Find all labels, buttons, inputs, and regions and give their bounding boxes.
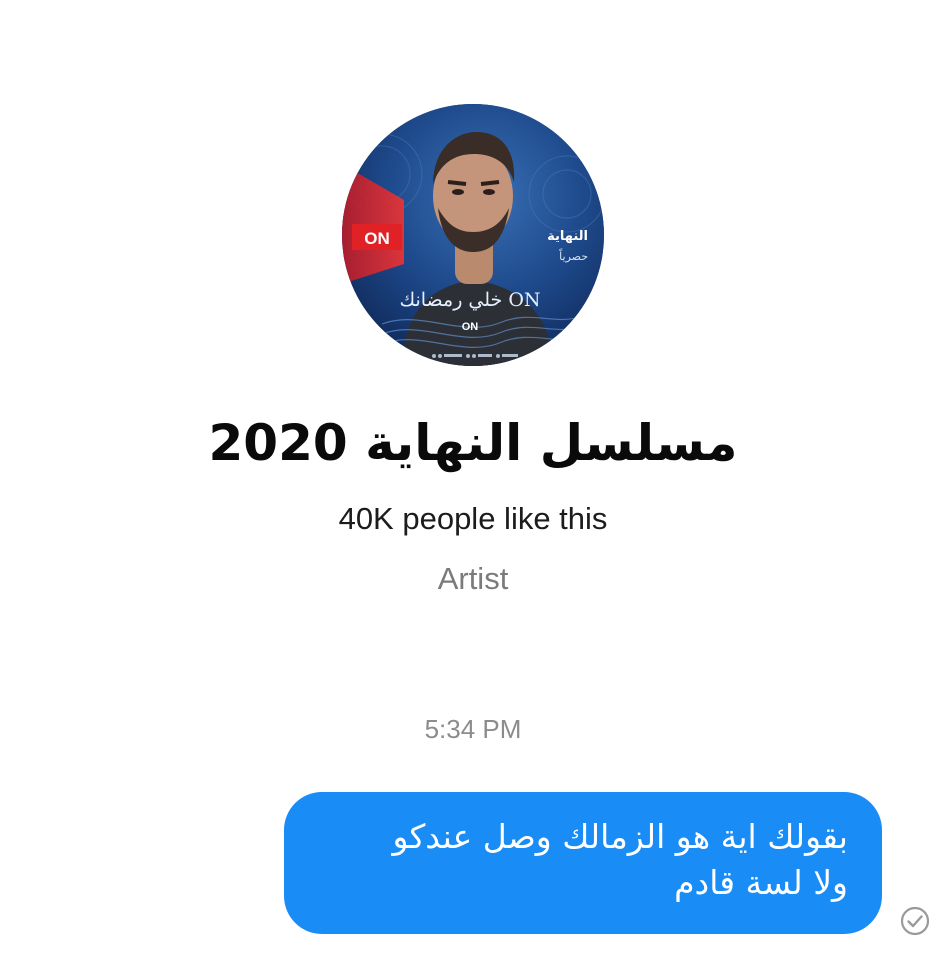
profile-artwork: ON النهاية حصرياً خلي رمضانك ON ON [342,104,604,366]
on-badge-text: ON [364,229,390,248]
message-timestamp: 5:34 PM [424,714,522,744]
image-subtitle-text: حصرياً [559,248,588,263]
sent-check-circle-icon [900,906,930,936]
message-line: بقولك اية هو الزمالك وصل عندكو [392,817,848,856]
image-title-text: النهاية [547,229,588,244]
image-on-small-text: ON [462,321,479,333]
page-likes-count: 40K people like this [338,501,608,536]
page-name: مسلسل النهاية 2020 [208,414,738,472]
page-category: Artist [437,561,509,596]
message-line: ولا لسة قادم [674,863,848,902]
outgoing-message-bubble[interactable]: بقولك اية هو الزمالك وصل عندكو ولا لسة ق… [284,792,882,934]
messenger-conversation: ON النهاية حصرياً خلي رمضانك ON ON مسلسل… [0,0,946,960]
message-text: بقولك اية هو الزمالك وصل عندكو ولا لسة ق… [318,814,848,906]
image-logo-text: خلي رمضانك ON [399,289,540,311]
page-profile-picture[interactable]: ON النهاية حصرياً خلي رمضانك ON ON [342,104,604,366]
